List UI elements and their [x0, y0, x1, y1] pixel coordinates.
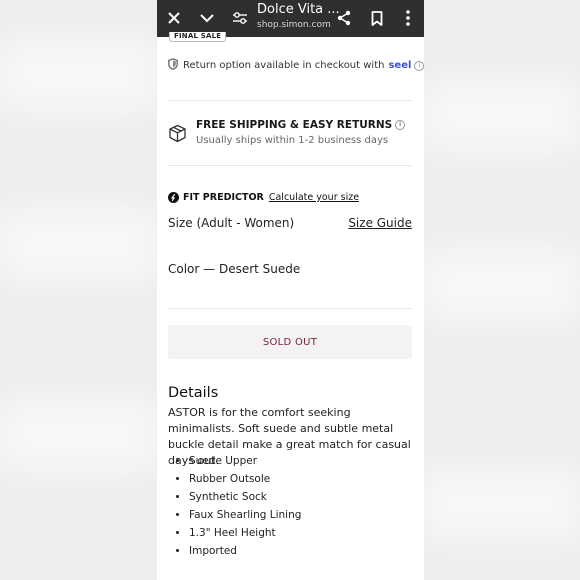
list-item: Rubber Outsole — [189, 470, 301, 488]
shipping-subtitle: Usually ships within 1-2 business days — [196, 135, 389, 146]
details-heading: Details — [168, 385, 219, 401]
fit-predictor-row: FIT PREDICTOR Calculate your size — [168, 188, 359, 207]
return-option-row: Return option available in checkout with… — [168, 58, 424, 73]
blurred-backdrop-left — [0, 0, 157, 580]
sold-out-label: SOLD OUT — [262, 336, 318, 348]
page-url[interactable]: shop.simon.com — [257, 20, 331, 30]
blurred-backdrop-right — [424, 0, 580, 580]
divider — [168, 165, 412, 166]
divider — [168, 308, 412, 309]
list-item: Imported — [189, 542, 301, 560]
details-list: Suede Upper Rubber Outsole Synthetic Soc… — [189, 452, 301, 560]
chevron-down-icon[interactable] — [196, 8, 218, 28]
info-icon[interactable]: i — [414, 60, 424, 71]
more-vert-icon[interactable] — [397, 8, 419, 28]
bookmark-icon[interactable] — [366, 8, 388, 28]
shipping-title: FREE SHIPPING & EASY RETURNS i — [196, 119, 406, 131]
divider — [168, 100, 412, 101]
package-icon — [168, 124, 187, 147]
size-guide-link[interactable]: Size Guide — [348, 216, 412, 230]
list-item: Suede Upper — [189, 452, 301, 470]
color-label: Color — Desert Suede — [168, 262, 301, 276]
seel-logo: seel — [388, 60, 412, 71]
final-sale-tag: FINAL SALE — [169, 32, 227, 42]
share-icon[interactable] — [333, 8, 355, 28]
list-item: Synthetic Sock — [189, 488, 301, 506]
info-icon[interactable]: i — [395, 120, 406, 130]
page-title[interactable]: Dolce Vita ... — [257, 2, 340, 17]
fit-predictor-icon — [168, 188, 179, 207]
list-item: 1.3" Heel Height — [189, 524, 301, 542]
calculate-size-link[interactable]: Calculate your size — [269, 192, 359, 203]
sold-out-button[interactable]: SOLD OUT — [168, 325, 412, 359]
close-icon[interactable] — [163, 8, 185, 28]
fit-predictor-label: FIT PREDICTOR — [183, 192, 264, 203]
shipping-title-text: FREE SHIPPING & EASY RETURNS — [196, 119, 393, 131]
site-settings-icon[interactable] — [229, 8, 251, 28]
return-option-text: Return option available in checkout with — [183, 60, 385, 71]
shield-icon — [168, 58, 178, 73]
phone-screen: Dolce Vita ... shop.simon.com FINAL SALE… — [157, 0, 424, 580]
size-label: Size (Adult - Women) — [168, 216, 295, 230]
list-item: Faux Shearling Lining — [189, 506, 301, 524]
